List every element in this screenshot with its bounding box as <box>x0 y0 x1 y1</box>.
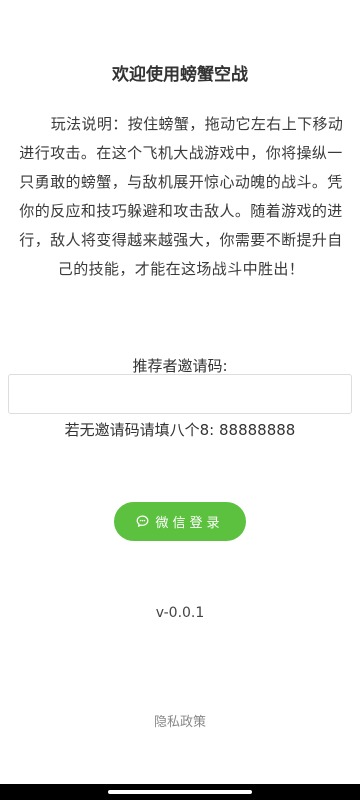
invite-code-label: 推荐者邀请码: <box>132 357 228 375</box>
invite-code-hint: 若无邀请码请填八个8: 88888888 <box>64 421 296 439</box>
wechat-login-label: 微信登录 <box>155 516 224 531</box>
page-title: 欢迎使用螃蟹空战 <box>112 65 248 85</box>
chat-bubble-icon <box>136 515 149 528</box>
wechat-login-button[interactable]: 微信登录 <box>114 502 246 541</box>
invite-code-input[interactable] <box>8 374 352 414</box>
game-instructions: 玩法说明：按住螃蟹，拖动它左右上下移动进行攻击。在这个飞机大战游戏中，你将操纵一… <box>19 115 344 278</box>
login-page: 欢迎使用螃蟹空战 玩法说明：按住螃蟹，拖动它左右上下移动进行攻击。在这个飞机大战… <box>0 0 360 800</box>
privacy-policy-link[interactable]: 隐私政策 <box>0 711 360 730</box>
version-label: v-0.0.1 <box>155 605 205 621</box>
home-indicator[interactable] <box>108 790 252 794</box>
system-navigation-bar <box>0 784 360 800</box>
